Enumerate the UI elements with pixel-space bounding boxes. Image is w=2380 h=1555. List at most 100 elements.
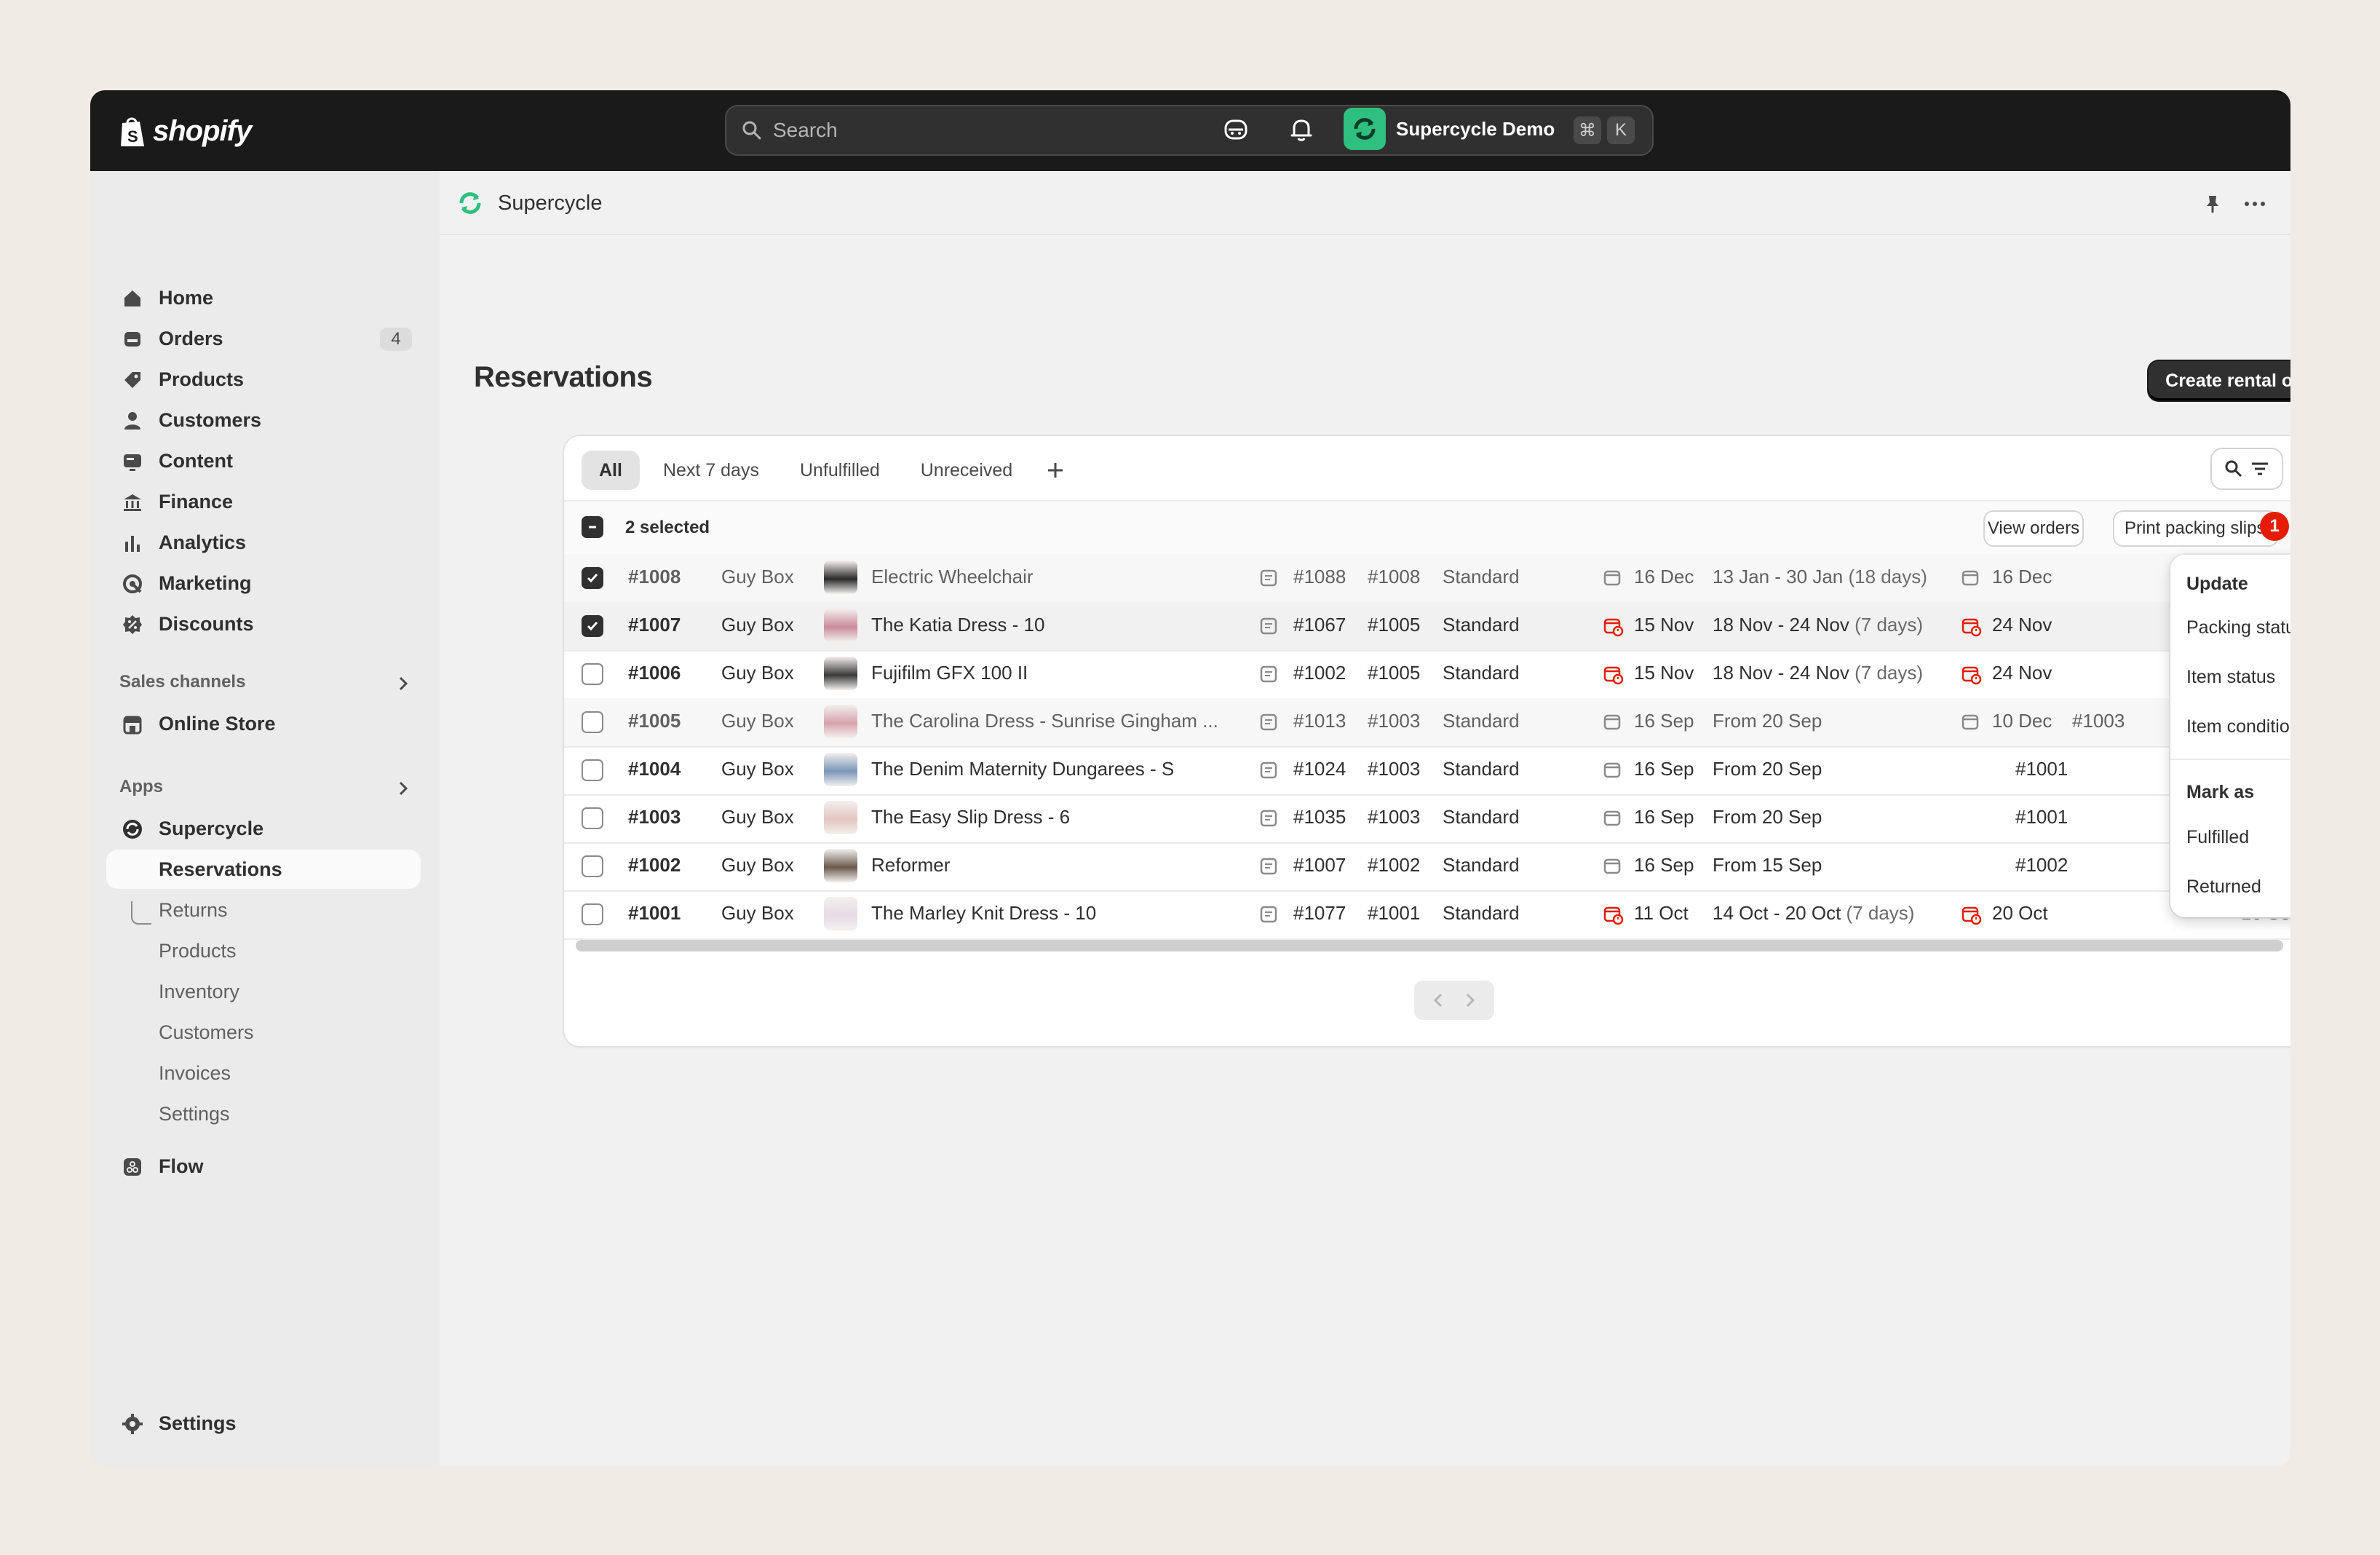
- print-packing-slips-button[interactable]: Print packing slips: [2114, 512, 2277, 545]
- order-number[interactable]: #1002: [1293, 662, 1346, 684]
- sidekick-icon[interactable]: [1221, 115, 1250, 144]
- sidebar: Home Orders 4 Products Customers Content…: [90, 171, 440, 1466]
- table-row[interactable]: #1003 Guy Box The Easy Slip Dress - 6 #1035…: [564, 794, 2290, 844]
- view-orders-button[interactable]: View orders: [1985, 512, 2082, 545]
- bulk-actions-menu: Update Packing status Item status Item c…: [2170, 555, 2290, 917]
- order-number[interactable]: #1067: [1293, 614, 1346, 636]
- order-number[interactable]: #1035: [1293, 806, 1346, 828]
- sidebar-item-invoices[interactable]: Invoices: [106, 1053, 421, 1093]
- sidebar-item-app-products[interactable]: Products: [106, 931, 421, 970]
- row-checkbox[interactable]: [582, 567, 603, 589]
- order-number[interactable]: #1077: [1293, 902, 1346, 925]
- reference-number: #1005: [1368, 614, 1421, 636]
- chevron-right-icon[interactable]: [394, 780, 412, 797]
- menu-item-item-status[interactable]: Item status: [2186, 667, 2275, 688]
- search-filter-button[interactable]: [2212, 449, 2282, 488]
- sidebar-item-app-settings[interactable]: Settings: [106, 1094, 421, 1133]
- linked-order[interactable]: #1002: [2015, 854, 2068, 877]
- sidebar-item-finance[interactable]: Finance: [106, 482, 421, 521]
- chevron-left-icon[interactable]: [1432, 992, 1445, 1008]
- sidebar-item-returns[interactable]: Returns: [106, 890, 421, 930]
- sidebar-item-home[interactable]: Home: [106, 278, 421, 317]
- reservation-id[interactable]: #1002: [628, 854, 681, 877]
- tab-unreceived[interactable]: Unreceived: [903, 451, 1030, 490]
- sidebar-item-content[interactable]: Content: [106, 441, 421, 480]
- row-checkbox[interactable]: [582, 759, 603, 781]
- sidebar-item-products[interactable]: Products: [106, 360, 421, 399]
- bell-icon[interactable]: [1287, 115, 1316, 144]
- menu-item-fulfilled[interactable]: Fulfilled: [2186, 827, 2249, 848]
- check-icon: [587, 574, 598, 583]
- order-icon: [1260, 617, 1277, 635]
- sidebar-item-orders[interactable]: Orders 4: [106, 319, 421, 358]
- reservation-id[interactable]: #1008: [628, 566, 681, 588]
- tab-unfulfilled[interactable]: Unfulfilled: [782, 451, 897, 490]
- chevron-right-icon[interactable]: [1464, 992, 1477, 1008]
- bank-icon: [124, 494, 141, 511]
- shortcut-key-k: K: [1607, 116, 1635, 144]
- order-number[interactable]: #1007: [1293, 854, 1346, 877]
- tab-next-7-days[interactable]: Next 7 days: [646, 451, 777, 490]
- table-row[interactable]: #1001 Guy Box The Marley Knit Dress - 10 #1…: [564, 890, 2290, 940]
- add-view-button[interactable]: [1036, 451, 1075, 490]
- table-row[interactable]: #1007 Guy Box The Katia Dress - 10 #1067 #10…: [564, 602, 2290, 652]
- store-menu-button[interactable]: Supercycle Demo: [1344, 108, 1555, 150]
- select-all-checkbox[interactable]: [582, 516, 603, 538]
- bulk-actions-bar: 2 selected View orders Print packing sli…: [564, 500, 2290, 555]
- reservation-id[interactable]: #1004: [628, 758, 681, 780]
- sidebar-item-reservations[interactable]: Reservations: [106, 850, 421, 889]
- menu-item-packing-status[interactable]: Packing status: [2186, 617, 2290, 638]
- sidebar-item-online-store[interactable]: Online Store: [106, 704, 421, 743]
- menu-item-returned[interactable]: Returned: [2186, 877, 2261, 898]
- sidebar-item-label: Invoices: [159, 1061, 231, 1084]
- apps-heading[interactable]: Apps: [119, 777, 163, 797]
- reservation-id[interactable]: #1006: [628, 662, 681, 684]
- row-checkbox[interactable]: [582, 807, 603, 829]
- table-row[interactable]: #1006 Guy Box Fujifilm GFX 100 II #1002 #100…: [564, 650, 2290, 700]
- more-options-icon[interactable]: [2242, 193, 2267, 215]
- row-checkbox[interactable]: [582, 615, 603, 637]
- reservation-id[interactable]: #1007: [628, 614, 681, 636]
- order-number[interactable]: #1088: [1293, 566, 1346, 588]
- create-rental-order-button[interactable]: Create rental order: [2149, 361, 2290, 400]
- store-avatar: [1344, 108, 1386, 150]
- row-checkbox[interactable]: [582, 711, 603, 733]
- reservation-id[interactable]: #1001: [628, 902, 681, 925]
- linked-order[interactable]: #1001: [2015, 758, 2068, 780]
- rental-period-range: From 20 Sep: [1713, 758, 1822, 780]
- shopify-logo[interactable]: S shopify: [118, 111, 252, 151]
- horizontal-scrollbar[interactable]: [576, 940, 2283, 951]
- sidebar-item-inventory[interactable]: Inventory: [106, 972, 421, 1011]
- chevron-right-icon[interactable]: [394, 675, 412, 692]
- rental-period-days: (7 days): [1855, 614, 1924, 636]
- reservation-id[interactable]: #1003: [628, 806, 681, 828]
- order-icon: [1260, 665, 1277, 683]
- sales-channels-heading[interactable]: Sales channels: [119, 672, 245, 692]
- row-checkbox[interactable]: [582, 903, 603, 925]
- sidebar-item-analytics[interactable]: Analytics: [106, 523, 421, 562]
- home-icon: [124, 290, 140, 306]
- linked-order[interactable]: #1003: [2072, 710, 2125, 732]
- menu-item-item-condition[interactable]: Item condition: [2186, 716, 2290, 737]
- search-icon: [742, 121, 761, 140]
- sidebar-item-app-customers[interactable]: Customers: [106, 1013, 421, 1052]
- tab-all[interactable]: All: [582, 451, 640, 490]
- table-row[interactable]: #1002 Guy Box Reformer #1007 #1002 Standard 16…: [564, 842, 2290, 892]
- pin-icon[interactable]: [2202, 193, 2224, 215]
- sidebar-item-flow[interactable]: Flow: [106, 1147, 421, 1186]
- sidebar-item-supercycle[interactable]: Supercycle: [106, 809, 421, 848]
- table-row[interactable]: #1004 Guy Box The Denim Maternity Dungaree…: [564, 746, 2290, 796]
- table-row[interactable]: #1008 Guy Box Electric Wheelchair #1088 #100…: [564, 554, 2290, 604]
- order-number[interactable]: #1013: [1293, 710, 1346, 732]
- order-number[interactable]: #1024: [1293, 758, 1346, 780]
- sidebar-item-customers[interactable]: Customers: [106, 400, 421, 440]
- row-checkbox[interactable]: [582, 855, 603, 877]
- reservation-id[interactable]: #1005: [628, 710, 681, 732]
- table-row[interactable]: #1005 Guy Box The Carolina Dress - Sunrise…: [564, 698, 2290, 748]
- return-date: 16 Dec: [1992, 566, 2052, 587]
- sidebar-item-settings[interactable]: Settings: [106, 1404, 421, 1443]
- linked-order[interactable]: #1001: [2015, 806, 2068, 828]
- sidebar-item-discounts[interactable]: Discounts: [106, 604, 421, 644]
- sidebar-item-marketing[interactable]: Marketing: [106, 563, 421, 603]
- row-checkbox[interactable]: [582, 663, 603, 685]
